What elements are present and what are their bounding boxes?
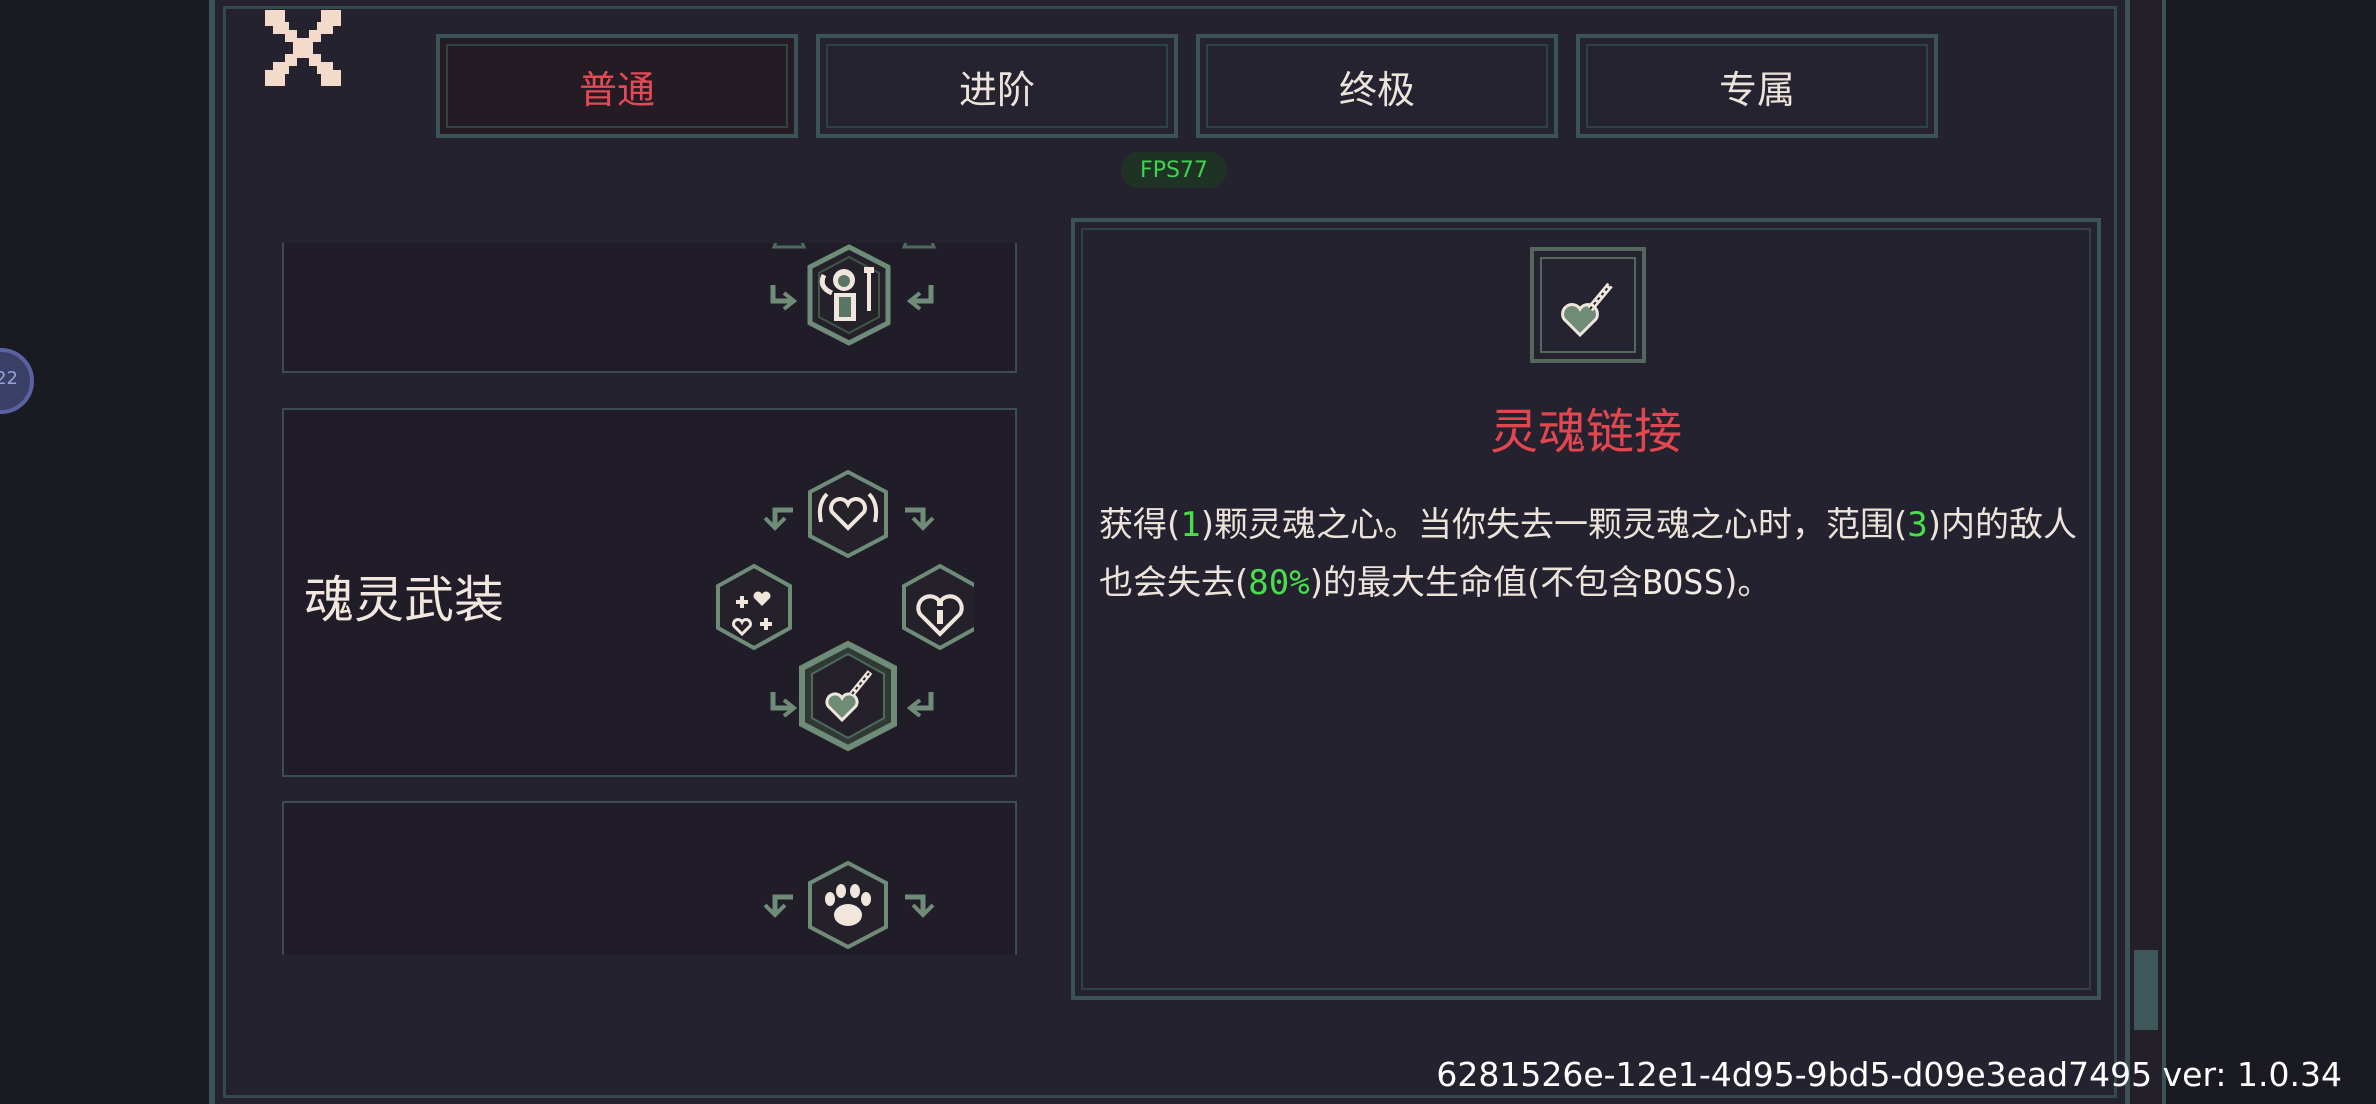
talent-title: 灵魂链接 <box>1489 404 1682 460</box>
tab-exclusive[interactable]: 专属 <box>1576 34 1938 138</box>
talent-description: 获得(1)颗灵魂之心。当你失去一颗灵魂之心时，范围(3)内的敌人也会失去(80%… <box>1099 496 2081 612</box>
upgrade-tree <box>770 243 937 346</box>
talent-list[interactable]: 魂灵武装 <box>282 243 1017 955</box>
tab-advanced[interactable]: 进阶 <box>816 34 1178 138</box>
list-item[interactable]: 魂灵武装 <box>282 408 1017 777</box>
tab-advanced-label: 进阶 <box>958 67 1035 112</box>
fps-badge: FPS77 <box>1121 152 1227 188</box>
heart-info-icon <box>902 563 974 651</box>
build-id: 6281526e-12e1-4d95-9bd5-d09e3ead7495 <box>1436 1055 2153 1094</box>
desc-text: )的最大生命值(不包含 <box>1309 563 1643 603</box>
tab-normal-label: 普通 <box>578 67 655 112</box>
desc-text: )。 <box>1724 563 1772 603</box>
scrollbar-thumb[interactable] <box>2134 950 2158 1030</box>
list-item-title: 魂灵武装 <box>304 571 504 629</box>
version-label: ver: 1.0.34 <box>2162 1055 2342 1094</box>
tab-ultimate-label: 终极 <box>1338 67 1415 112</box>
heart-chain-icon <box>799 640 897 752</box>
hearts-icon <box>716 563 792 651</box>
heart-chain-icon <box>1561 282 1613 338</box>
tab-ultimate[interactable]: 终极 <box>1196 34 1558 138</box>
desc-text: )颗灵魂之心。当你失去一颗灵魂之心时，范围( <box>1200 505 1908 545</box>
ghost-figure-icon <box>807 244 891 346</box>
build-info: 6281526e-12e1-4d95-9bd5-d09e3ead7495 ver… <box>1436 1055 2342 1094</box>
assist-button-label: 22 <box>0 368 18 389</box>
talent-detail-panel: 灵魂链接 获得(1)颗灵魂之心。当你失去一颗灵魂之心时，范围(3)内的敌人也会失… <box>1071 218 2101 1000</box>
desc-boss: BOSS <box>1642 563 1725 603</box>
detail-icon-frame <box>1530 247 1646 363</box>
desc-text: 获得( <box>1099 505 1181 545</box>
game-screen: 22 普通 进阶 终极 专属 FPS77 魂灵武装 灵魂链接 获得(1)颗灵魂之… <box>0 0 2376 1104</box>
close-icon <box>265 10 341 86</box>
tab-normal[interactable]: 普通 <box>436 34 798 138</box>
list-item[interactable] <box>282 801 1017 955</box>
desc-value: 3 <box>1907 505 1928 545</box>
upgrade-tree <box>763 860 935 950</box>
soul-heart-icon <box>808 469 888 559</box>
floating-assist-button[interactable]: 22 <box>0 348 34 414</box>
upgrade-tree <box>716 469 974 752</box>
tab-exclusive-label: 专属 <box>1718 67 1795 112</box>
scrollbar-track[interactable] <box>2126 0 2166 1104</box>
desc-value: 1 <box>1180 505 1201 545</box>
desc-value: 80% <box>1248 563 1310 603</box>
paw-icon <box>808 860 888 950</box>
list-item[interactable] <box>282 243 1017 373</box>
close-button[interactable] <box>265 10 341 86</box>
